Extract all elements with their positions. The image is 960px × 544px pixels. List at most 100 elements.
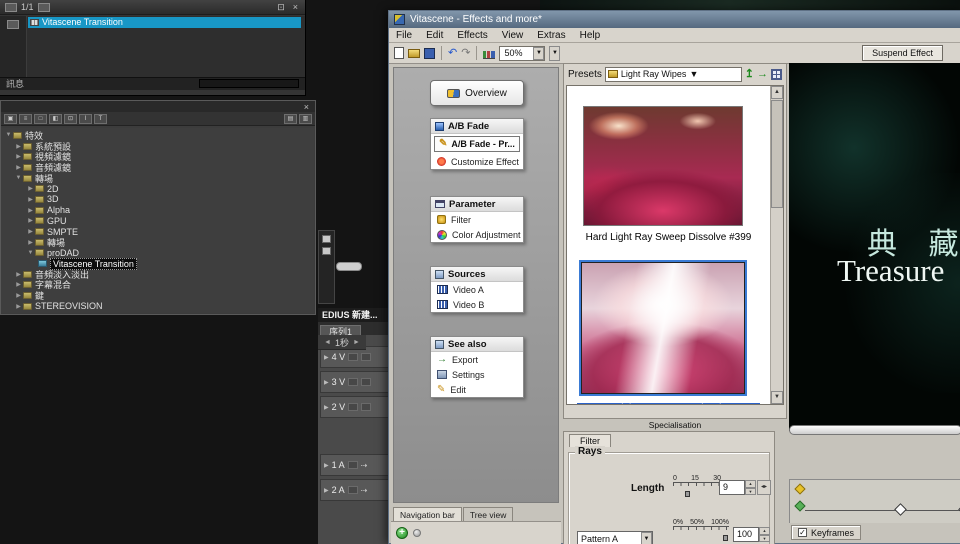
track-toggle[interactable] [361,378,371,386]
keyframes-toggle[interactable]: ✓ Keyframes [791,525,861,540]
bin-selected-row[interactable]: Vitascene Transition [28,17,301,28]
render-chart-icon[interactable] [483,48,495,59]
expander-icon[interactable]: ▶ [14,303,23,310]
title-view-icon[interactable]: I [79,114,92,124]
text-view-icon[interactable]: T [94,114,107,124]
menu-view[interactable]: View [495,30,531,41]
track-toggle[interactable] [348,486,358,494]
vitascene-titlebar[interactable]: Vitascene - Effects and more* [389,11,960,28]
menu-edit[interactable]: Edit [419,30,450,41]
video-a-item[interactable]: Video A [431,282,523,297]
spin-down-icon[interactable]: ▼ [759,535,770,543]
tool-icon[interactable] [322,235,331,243]
preset-caption-selected[interactable]: Intense Light Ray Sweep Dissolve #400 [567,398,770,405]
zoom-select[interactable]: 50% ▼ [499,46,545,61]
edit-item[interactable]: ✎ Edit [431,382,523,397]
expander-icon[interactable]: ▶ [26,207,35,214]
close-icon[interactable]: × [302,102,311,112]
expander-icon[interactable]: ▶ [26,239,35,246]
menu-help[interactable]: Help [573,30,608,41]
video-b-item[interactable]: Video B [431,297,523,312]
pan-arrow-icon[interactable]: ⇢ [361,486,368,495]
expander-icon[interactable]: ▼ [26,250,35,256]
ab-fade-preset-button[interactable]: ✎ A/B Fade - Pr... [434,136,520,152]
color-adjustment-item[interactable]: Color Adjustment [431,227,523,242]
save-icon[interactable] [424,48,435,59]
open-icon[interactable] [408,49,420,58]
tab-navigation-bar[interactable]: Navigation bar [393,507,462,522]
tree-item[interactable]: ▼proDAD [1,248,314,259]
preset-caption[interactable]: Hard Light Ray Sweep Dissolve #399 [567,232,770,243]
expander-icon[interactable]: ▶ [26,228,35,235]
spin-up-icon[interactable]: ▲ [745,480,756,488]
track-toggle[interactable] [361,403,371,411]
pattern-value-field[interactable]: 100 [733,527,759,542]
spin-up-icon[interactable]: ▲ [759,527,770,535]
overview-button[interactable]: Overview [430,80,524,106]
tree-item[interactable]: ▼轉場 [1,173,314,184]
dropdown-button[interactable]: ▼ [549,46,560,61]
tree-item[interactable]: ▶鍵 [1,290,314,301]
preview-pane[interactable]: 典 藏 Treasure [789,63,960,431]
preset-scrollbar[interactable]: ▲ ▼ [770,86,783,404]
length-spinner[interactable]: ▲ ▼ [745,480,756,495]
expander-icon[interactable]: ▶ [14,143,23,150]
menu-extras[interactable]: Extras [530,30,572,41]
track-expander-icon[interactable]: ▶ [324,354,329,361]
scroll-up-icon[interactable]: ▲ [771,86,783,99]
expander-icon[interactable]: ▶ [26,196,35,203]
suspend-effect-button[interactable]: Suspend Effect [862,45,943,61]
preset-folder-select[interactable]: Light Ray Wipes ▼ [605,67,742,82]
track-expander-icon[interactable]: ▶ [324,487,329,494]
preview-position-slider[interactable] [789,425,960,435]
pattern-select[interactable]: Pattern A ▼ [577,531,653,544]
add-button[interactable]: + [396,527,408,539]
pattern-slider-handle[interactable] [723,535,728,541]
scrollbar-thumb[interactable] [771,100,783,208]
track-expander-icon[interactable]: ▶ [324,404,329,411]
panel-menu-icon[interactable]: ▥ [299,114,312,124]
expander-icon[interactable]: ▶ [14,271,23,278]
track-toggle[interactable] [361,353,371,361]
customize-effect-item[interactable]: Customize Effect [431,154,523,169]
apply-arrow-icon[interactable]: → [757,69,768,80]
pattern-spinner[interactable]: ▲ ▼ [759,527,770,542]
undo-icon[interactable]: ↶ [448,48,457,59]
slider-pill[interactable] [336,262,362,271]
spin-down-icon[interactable]: ▼ [745,488,756,496]
track-toggle[interactable] [348,353,358,361]
close-icon[interactable]: × [291,2,300,12]
track-expander-icon[interactable]: ▶ [324,379,329,386]
redo-icon[interactable]: ↷ [461,48,470,59]
filter-item[interactable]: Filter [431,212,523,227]
expander-icon[interactable]: ▶ [14,292,23,299]
expander-icon[interactable]: ▶ [26,185,35,192]
keyframe-diamond-icon[interactable] [894,503,907,516]
tree-item[interactable]: ▶2D [1,183,314,194]
menu-file[interactable]: File [389,30,419,41]
grid-view-icon[interactable] [771,69,782,80]
track-toggle[interactable] [348,378,358,386]
timeline-ruler[interactable]: ◄ 1秒 ► [318,335,366,350]
tree-item[interactable]: ▶Alpha [1,205,314,216]
expander-icon[interactable]: ▶ [14,281,23,288]
track-toggle[interactable] [348,461,358,469]
length-slider-handle[interactable] [685,491,690,497]
transition-view-icon[interactable]: ◧ [49,114,62,124]
preset-thumbnail[interactable] [583,106,743,226]
settings-item[interactable]: Settings [431,367,523,382]
scroll-down-icon[interactable]: ▼ [771,391,783,404]
key-view-icon[interactable]: ⊡ [64,114,77,124]
chevron-down-icon[interactable]: ▼ [689,69,698,79]
tree-item[interactable]: ▶GPU [1,216,314,227]
expander-icon[interactable]: ▼ [4,132,13,138]
preset-thumbnail-selected[interactable] [581,262,745,394]
keyframe-timeline[interactable] [789,479,960,523]
pin-icon[interactable]: ⊡ [275,2,287,13]
folder-up-icon[interactable]: ↥ [745,69,754,80]
dock-icon[interactable]: ▤ [284,114,297,124]
checkbox-checked-icon[interactable]: ✓ [798,528,807,537]
menu-effects[interactable]: Effects [450,30,494,41]
scale-left-arrow-icon[interactable]: ◄ [324,339,331,346]
folder-view-icon[interactable]: ▣ [4,114,17,124]
